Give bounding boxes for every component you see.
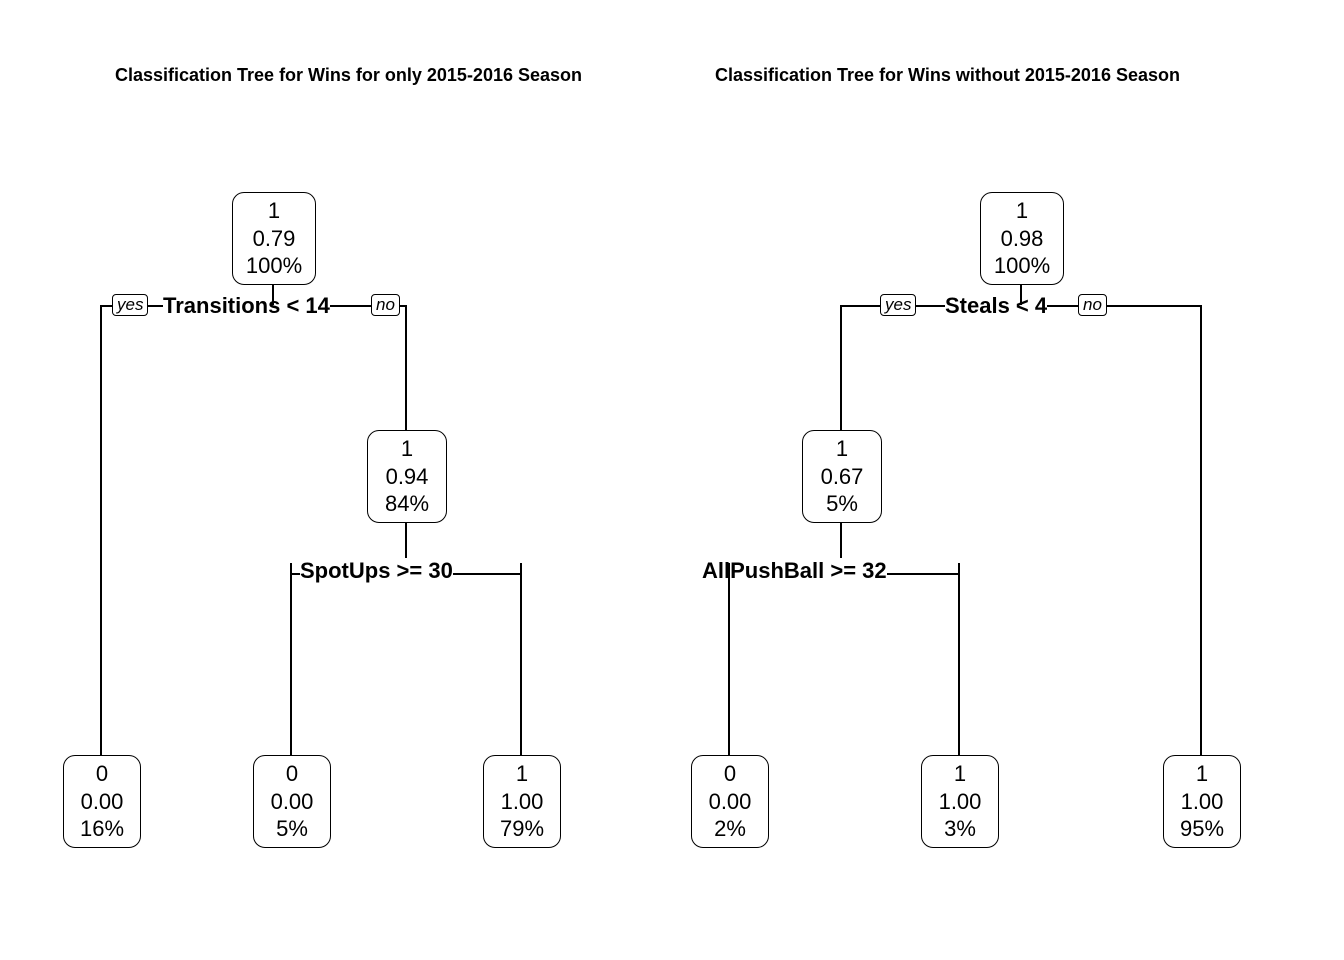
- edge: [520, 573, 522, 755]
- node-pct: 79%: [494, 815, 550, 843]
- edge: [728, 563, 730, 573]
- diagram-canvas: Classification Tree for Wins for only 20…: [0, 0, 1344, 960]
- node-class: 0: [74, 760, 130, 788]
- node-pct: 95%: [1174, 815, 1230, 843]
- left-tree-title: Classification Tree for Wins for only 20…: [115, 65, 582, 86]
- node-class: 1: [1174, 760, 1230, 788]
- yes-tag: yes: [880, 294, 916, 316]
- node-class: 0: [264, 760, 320, 788]
- left-leaf-c: 1 1.00 79%: [483, 755, 561, 848]
- node-prob: 1.00: [494, 788, 550, 816]
- edge: [728, 573, 730, 755]
- right-leaf-a: 0 0.00 2%: [691, 755, 769, 848]
- left-mid-node: 1 0.94 84%: [367, 430, 447, 523]
- no-tag: no: [1078, 294, 1107, 316]
- node-pct: 5%: [813, 490, 871, 518]
- edge: [100, 305, 102, 755]
- edge: [405, 305, 407, 430]
- node-class: 1: [932, 760, 988, 788]
- edge: [958, 563, 960, 573]
- node-prob: 0.00: [702, 788, 758, 816]
- node-prob: 0.00: [264, 788, 320, 816]
- node-pct: 100%: [243, 252, 305, 280]
- node-pct: 100%: [991, 252, 1053, 280]
- right-tree-title: Classification Tree for Wins without 201…: [715, 65, 1180, 86]
- edge: [290, 563, 292, 573]
- right-split1-label: Steals < 4: [945, 293, 1047, 319]
- node-class: 1: [813, 435, 871, 463]
- node-pct: 2%: [702, 815, 758, 843]
- left-root-node: 1 0.79 100%: [232, 192, 316, 285]
- node-class: 1: [494, 760, 550, 788]
- right-mid-node: 1 0.67 5%: [802, 430, 882, 523]
- node-prob: 1.00: [1174, 788, 1230, 816]
- left-leaf-b: 0 0.00 5%: [253, 755, 331, 848]
- edge: [958, 573, 960, 755]
- node-prob: 0.00: [74, 788, 130, 816]
- no-tag: no: [371, 294, 400, 316]
- edge: [520, 563, 522, 573]
- left-leaf-a: 0 0.00 16%: [63, 755, 141, 848]
- node-prob: 0.79: [243, 225, 305, 253]
- right-split2-label: AllPushBall >= 32: [702, 558, 887, 584]
- node-prob: 0.98: [991, 225, 1053, 253]
- node-pct: 16%: [74, 815, 130, 843]
- node-pct: 84%: [378, 490, 436, 518]
- node-class: 1: [991, 197, 1053, 225]
- right-root-node: 1 0.98 100%: [980, 192, 1064, 285]
- node-prob: 1.00: [932, 788, 988, 816]
- node-pct: 3%: [932, 815, 988, 843]
- node-class: 1: [243, 197, 305, 225]
- right-leaf-c: 1 1.00 95%: [1163, 755, 1241, 848]
- yes-tag: yes: [112, 294, 148, 316]
- node-prob: 0.94: [378, 463, 436, 491]
- edge: [840, 305, 842, 430]
- edge: [290, 573, 292, 755]
- edge: [272, 285, 274, 305]
- edge: [1200, 305, 1202, 755]
- node-class: 1: [378, 435, 436, 463]
- node-prob: 0.67: [813, 463, 871, 491]
- edge: [1020, 285, 1022, 305]
- left-split2-label: SpotUps >= 30: [300, 558, 453, 584]
- left-split1-label: Transitions < 14: [163, 293, 330, 319]
- right-leaf-b: 1 1.00 3%: [921, 755, 999, 848]
- node-pct: 5%: [264, 815, 320, 843]
- node-class: 0: [702, 760, 758, 788]
